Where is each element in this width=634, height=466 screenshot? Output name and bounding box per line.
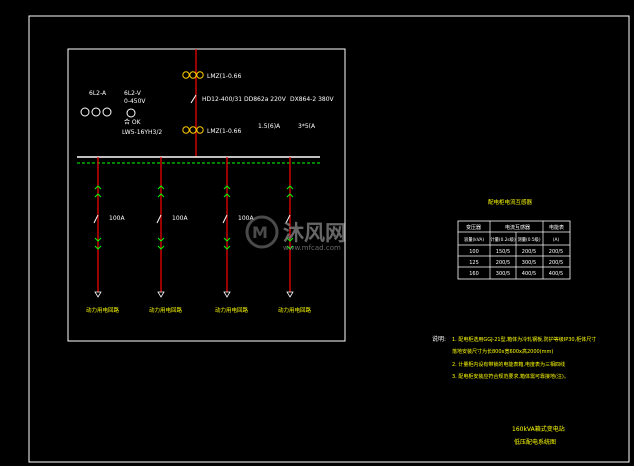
- table-header-meter: 电能表: [549, 224, 564, 231]
- main-switch-label: HD12-400/31: [202, 96, 242, 103]
- kwh-meter-rating: 1.5(6)A: [258, 123, 281, 130]
- meter-voltmeter-range: 0-450V: [124, 98, 146, 105]
- note-item: 1. 配电柜选用GGJ-21型,箱体为冷轧钢板,防护等级IP30,柜体尺寸: [452, 336, 596, 343]
- table-cell: 100: [469, 249, 479, 255]
- breaker-rating: 100A: [109, 215, 125, 222]
- meter-voltmeter-label: 6L2-V: [124, 90, 142, 97]
- table-header-transformer: 变压器: [466, 224, 481, 231]
- fuse-bottom-label: LMZ(1-0.66: [207, 128, 241, 135]
- table-cell: 400/5: [549, 271, 563, 277]
- table-subheader: (A): [553, 237, 560, 243]
- table-cell: 200/5: [549, 260, 563, 266]
- branch-circuit-2: 100A 动力用电回路: [149, 157, 188, 314]
- load-arrow-icon: [94, 291, 102, 298]
- kwh-meter-label: DD862a 220V: [244, 96, 287, 103]
- table-cell: 400/5: [522, 271, 536, 277]
- note-item: 2. 计量柜内设有带锁的电能表箱,电度表为三相四线: [452, 361, 565, 368]
- load-label: 动力用电回路: [215, 306, 249, 314]
- watermark-logo-icon: M: [245, 215, 279, 249]
- three-phase-meter-label: DX864-2 380V: [290, 96, 335, 103]
- meter-selector-label: LW5-16YH3/2: [122, 129, 162, 136]
- table-cell: 200/5: [522, 249, 536, 255]
- notes-list: 1. 配电柜选用GGJ-21型,箱体为冷轧钢板,防护等级IP30,柜体尺寸 落地…: [452, 336, 596, 380]
- svg-text:M: M: [252, 223, 268, 242]
- main-switch-icon: [190, 94, 197, 104]
- load-label: 动力用电回路: [86, 306, 120, 314]
- load-label: 动力用电回路: [149, 306, 183, 314]
- title-line-2: 低压配电系统图: [514, 438, 556, 446]
- note-item: 落地安装尺寸为长800x宽600x高2000(mm): [452, 348, 553, 355]
- table-subheader: 容量(kVA): [464, 236, 484, 243]
- breaker-rating: 100A: [172, 215, 188, 222]
- meter-ammeter-label: 6L2-A: [89, 90, 107, 97]
- table-cell: 200/5: [496, 260, 510, 266]
- table-header-ct: 电流互感器: [505, 224, 530, 231]
- load-label: 动力用电回路: [278, 306, 312, 314]
- notes-label: 说明:: [432, 335, 446, 343]
- table-cell: 150/5: [496, 249, 510, 255]
- fuse-top-label: LMZ(1-0.66: [207, 73, 241, 80]
- current-transformer-table: 配电柜电流互感器 变压器 电流互感器 电能表容量(kVA) 计量(0.2s级) 测量(0…: [457, 198, 571, 280]
- table-title: 配电柜电流互感器: [488, 198, 533, 206]
- load-arrow-icon: [157, 291, 165, 298]
- title-line-1: 160kVA箱式变电站: [512, 425, 565, 433]
- system-diagram-box: [67, 48, 346, 342]
- cad-drawing: LMZ(1-0.66 HD12-400/31 LMZ(1-0.66 6L2-A …: [28, 15, 630, 463]
- ammeter-icons: [80, 107, 112, 117]
- fuse-top-icon: [182, 71, 204, 79]
- note-item: 3. 配电柜安装应符合规范要求,箱体需可靠接地(注)。: [452, 373, 569, 380]
- load-arrow-icon: [286, 291, 294, 298]
- table-cell: 300/5: [522, 260, 536, 266]
- three-phase-meter-rating: 3*5(A: [298, 123, 316, 130]
- table-cell: 160: [469, 271, 479, 277]
- cad-drawing-canvas: LMZ(1-0.66 HD12-400/31 LMZ(1-0.66 6L2-A …: [0, 0, 634, 466]
- meter-switch-label: 合 OK: [124, 118, 142, 126]
- watermark-url: www.mfcad.com: [283, 244, 341, 252]
- voltmeter-icon: [126, 108, 136, 118]
- table-cell: 200/5: [549, 249, 563, 255]
- table-subheader: 测量(0.5级): [517, 236, 540, 243]
- table-cell: 125: [469, 260, 479, 266]
- watermark-text: 沐风网: [283, 221, 346, 245]
- table-cell: 300/5: [496, 271, 510, 277]
- load-arrow-icon: [223, 291, 231, 298]
- fuse-bottom-icon: [182, 126, 204, 134]
- branch-circuit-1: 100A 动力用电回路: [86, 157, 125, 314]
- table-subheader: 计量(0.2s级): [490, 236, 516, 243]
